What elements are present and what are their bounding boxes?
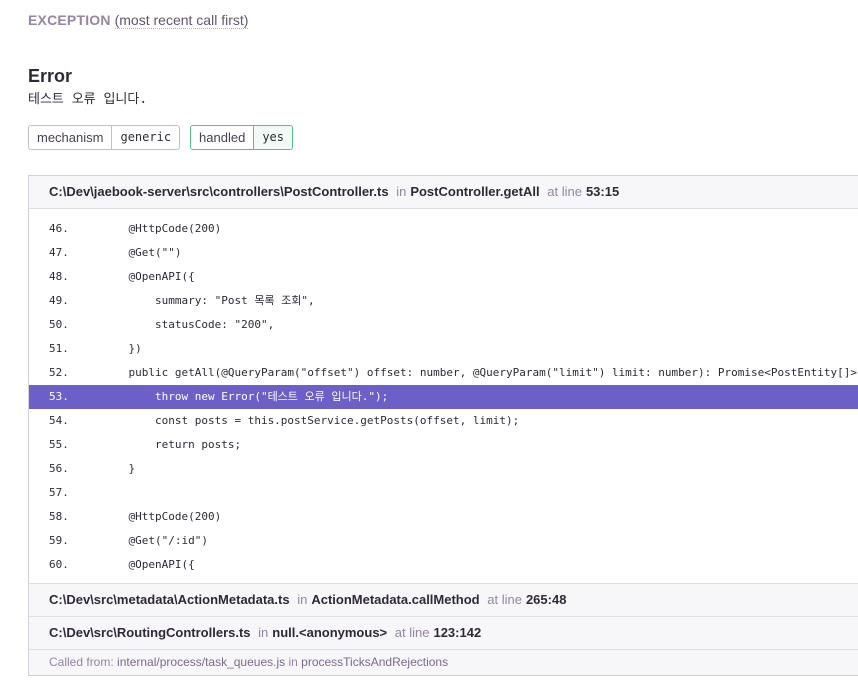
frame-location: 123:142	[433, 625, 482, 640]
line-number: 51.	[49, 342, 69, 355]
line-source: @Get("/:id")	[102, 534, 208, 547]
line-source: @OpenAPI({	[102, 270, 195, 283]
exception-header: EXCEPTION (most recent call first)	[28, 11, 249, 29]
line-number: 57.	[49, 486, 69, 499]
called-from-function: processTicksAndRejections	[301, 655, 449, 669]
tag-value: generic	[111, 126, 179, 149]
code-line: 51. })	[29, 337, 858, 361]
frame-filename: C:\Dev\src\metadata\ActionMetadata.ts	[49, 592, 290, 607]
line-number: 48.	[49, 270, 69, 283]
tag-key: handled	[191, 126, 254, 149]
frame-filename: C:\Dev\src\RoutingControllers.ts	[49, 625, 251, 640]
code-line: 56. }	[29, 457, 858, 481]
line-number: 47.	[49, 246, 69, 259]
mechanism-tags: mechanism generic handled yes	[28, 125, 294, 150]
line-number: 58.	[49, 510, 69, 523]
line-number: 49.	[49, 294, 69, 307]
tag-key: mechanism	[29, 126, 112, 149]
frame-header[interactable]: C:\Dev\src\RoutingControllers.ts in null.…	[29, 617, 858, 650]
line-number: 50.	[49, 318, 69, 331]
line-number: 60.	[49, 558, 69, 571]
code-line: 57.	[29, 481, 858, 505]
handled-tag[interactable]: handled yes	[190, 125, 294, 150]
code-line: 54. const posts = this.postService.getPo…	[29, 409, 858, 433]
frame-function: ActionMetadata.callMethod	[311, 592, 480, 607]
line-source	[102, 481, 858, 505]
exception-title: EXCEPTION	[28, 12, 111, 28]
error-message: 테스트 오류 입니다.	[28, 92, 148, 107]
line-source: summary: "Post 목록 조회",	[102, 294, 315, 307]
code-line: 59. @Get("/:id")	[29, 529, 858, 553]
mechanism-tag[interactable]: mechanism generic	[28, 125, 181, 150]
called-from-label: Called from:	[49, 655, 114, 669]
code-line: 55. return posts;	[29, 433, 858, 457]
error-type: Error	[28, 66, 73, 86]
line-source: @HttpCode(200)	[102, 510, 222, 523]
code-line: 60. @OpenAPI({	[29, 553, 858, 577]
line-number: 53.	[49, 390, 69, 403]
code-line: 58. @HttpCode(200)	[29, 505, 858, 529]
code-line: 47. @Get("")	[29, 241, 858, 265]
frame-location: 53:15	[585, 184, 620, 199]
code-line: 52. public getAll(@QueryParam("offset") …	[29, 361, 858, 385]
line-number: 54.	[49, 414, 69, 427]
code-context: 46. @HttpCode(200) 47. @Get("") 48. @Ope…	[29, 209, 858, 584]
line-source: @HttpCode(200)	[102, 222, 222, 235]
line-number: 59.	[49, 534, 69, 547]
frame-at-label: at line	[547, 184, 582, 199]
code-line: 50. statusCode: "200",	[29, 313, 858, 337]
line-source: })	[102, 342, 142, 355]
code-line: 49. summary: "Post 목록 조회",	[29, 289, 858, 313]
frame-in-label: in	[297, 592, 308, 607]
line-source: return posts;	[102, 438, 242, 451]
frame-location: 265:48	[525, 592, 567, 607]
code-line-active: 53. throw new Error("테스트 오류 입니다.");	[29, 385, 858, 409]
frame-in-label: in	[396, 184, 407, 199]
line-number: 56.	[49, 462, 69, 475]
line-source: @Get("")	[102, 246, 182, 259]
tag-value: yes	[253, 126, 293, 149]
stack-trace: C:\Dev\jaebook-server\src\controllers\Po…	[28, 175, 858, 676]
line-source: statusCode: "200",	[102, 318, 275, 331]
line-number: 55.	[49, 438, 69, 451]
frame-at-label: at line	[487, 592, 522, 607]
line-source: public getAll(@QueryParam("offset") offs…	[102, 366, 858, 379]
frame-function: null.<anonymous>	[272, 625, 388, 640]
line-number: 46.	[49, 222, 69, 235]
call-order-toggle[interactable]: (most recent call first)	[114, 12, 249, 29]
code-line: 48. @OpenAPI({	[29, 265, 858, 289]
frame-at-label: at line	[394, 625, 430, 640]
line-source: throw new Error("테스트 오류 입니다.");	[102, 390, 389, 403]
frame-header[interactable]: C:\Dev\src\metadata\ActionMetadata.ts in…	[29, 584, 858, 617]
frame-filename: C:\Dev\jaebook-server\src\controllers\Po…	[49, 184, 389, 199]
code-line: 46. @HttpCode(200)	[29, 217, 858, 241]
line-number: 52.	[49, 366, 69, 379]
called-from-in-label: in	[288, 655, 298, 669]
frame-in-label: in	[258, 625, 269, 640]
called-from-path: internal/process/task_queues.js	[117, 655, 286, 669]
line-source: const posts = this.postService.getPosts(…	[102, 414, 520, 427]
frame-function: PostController.getAll	[410, 184, 540, 199]
frame-header[interactable]: C:\Dev\jaebook-server\src\controllers\Po…	[29, 176, 858, 209]
line-source: }	[102, 462, 136, 475]
called-from-row: Called from: internal/process/task_queue…	[29, 650, 858, 675]
line-source: @OpenAPI({	[102, 558, 195, 571]
